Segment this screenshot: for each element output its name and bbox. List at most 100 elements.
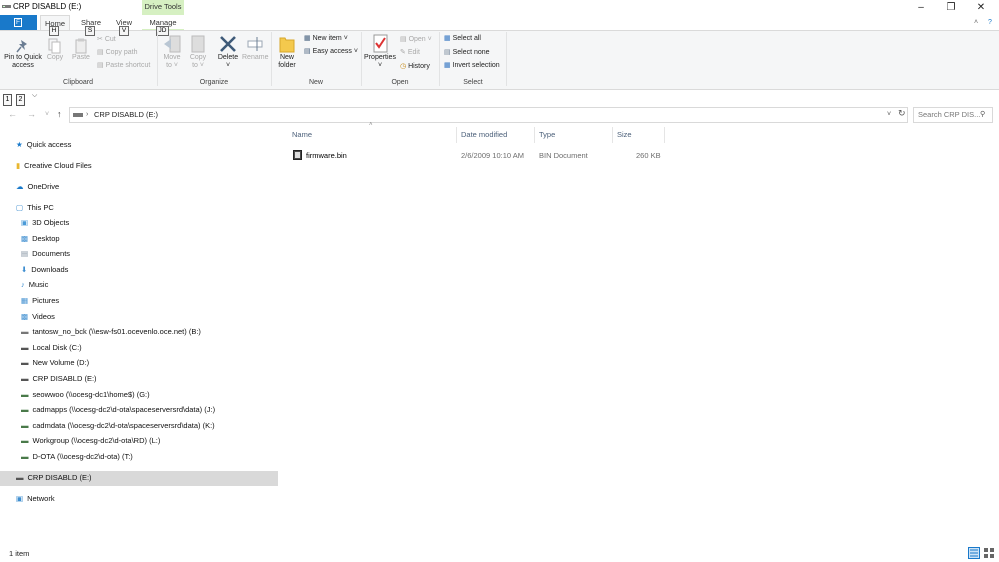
invert-selection-button[interactable]: ▦ Invert selection [444, 61, 500, 70]
edit-button[interactable]: ✎ Edit [400, 48, 420, 57]
collapse-ribbon-icon[interactable]: ˄ [974, 18, 978, 27]
forward-icon[interactable]: → [27, 109, 36, 119]
rename-button[interactable]: Rename [242, 34, 268, 62]
column-header-date[interactable]: Date modified [461, 130, 507, 139]
copy-button[interactable]: Copy [44, 38, 66, 62]
history-button[interactable]: ◷ History [400, 62, 430, 71]
recent-locations-icon[interactable]: ˅ [45, 111, 49, 118]
nav-drive-e[interactable]: ▬ CRP DISABLD (E:) [21, 372, 97, 386]
column-header-size[interactable]: Size [617, 130, 632, 139]
removable-drive-icon: ▬ [16, 473, 24, 483]
star-icon: ★ [16, 140, 23, 150]
open-button[interactable]: ▤ Open ˅ [400, 35, 432, 44]
nav-desktop[interactable]: ▩ Desktop [21, 232, 60, 246]
new-folder-button[interactable]: New folder [275, 34, 299, 70]
select-none-label: Select none [452, 49, 490, 56]
column-divider[interactable] [664, 127, 665, 143]
column-divider[interactable] [534, 127, 535, 143]
ribbon-divider [439, 32, 440, 86]
nav-documents[interactable]: ▤ Documents [21, 247, 70, 261]
nav-creative-cloud[interactable]: ▮ Creative Cloud Files [16, 159, 92, 173]
cut-button[interactable]: ✂ Cut [97, 35, 116, 44]
copy-to-icon [191, 35, 205, 53]
easy-access-label: Easy access ˅ [312, 48, 358, 55]
help-icon[interactable]: ? [988, 18, 992, 27]
history-label: History [408, 63, 430, 70]
invert-selection-icon: ▦ [444, 62, 451, 69]
paste-button[interactable]: Paste [68, 38, 94, 62]
copy-path-button[interactable]: ▤ Copy path [97, 48, 138, 57]
search-input[interactable]: Search CRP DIS... [918, 110, 980, 119]
nav-drive-t[interactable]: ▬ D-OTA (\\ocesg-dc2\d-ota) (T:) [21, 450, 133, 464]
back-icon[interactable]: ← [8, 109, 17, 119]
delete-button[interactable]: Delete ˅ [215, 34, 241, 70]
column-divider[interactable] [456, 127, 457, 143]
copy-icon [48, 38, 61, 54]
nav-drive-g[interactable]: ▬ seowwoo (\\ocesg-dc1\home$) (G:) [21, 388, 150, 402]
disk-icon: ▬ [21, 358, 29, 368]
select-all-button[interactable]: ▦ Select all [444, 34, 481, 43]
edit-icon: ✎ [400, 49, 406, 56]
column-divider[interactable] [612, 127, 613, 143]
nav-quick-access[interactable]: ★ Quick access [16, 138, 71, 152]
properties-dropdown-icon: ˅ [377, 62, 383, 69]
ribbon-divider [157, 32, 158, 86]
close-button[interactable]: ✕ [966, 0, 996, 15]
minimize-button[interactable]: – [906, 0, 936, 15]
file-tab[interactable]: F [0, 15, 37, 30]
share-keytip: S [85, 26, 95, 36]
nav-label: New Volume (D:) [32, 358, 90, 367]
nav-label: cadmapps (\\ocesg-dc2\d-ota\spaceservers… [32, 405, 216, 414]
rename-label: Rename [242, 54, 269, 61]
nav-drive-d[interactable]: ▬ New Volume (D:) [21, 356, 89, 370]
new-item-button[interactable]: ▦ New item ˅ [304, 34, 348, 43]
restore-button[interactable]: ❐ [936, 0, 966, 15]
large-icons-view-icon[interactable] [983, 547, 995, 559]
delete-dropdown-icon: ˅ [225, 62, 231, 69]
nav-drive-k[interactable]: ▬ cadmdata (\\ocesg-dc2\d-ota\spaceserver… [21, 419, 215, 433]
copy-to-button[interactable]: Copy to ˅ [186, 34, 210, 70]
column-header-name[interactable]: Name [292, 130, 312, 139]
qat-customize-icon[interactable]: ⌵ [32, 91, 37, 100]
move-to-line1: Move [163, 54, 181, 61]
open-label: Open ˅ [408, 36, 432, 43]
nav-this-pc[interactable]: ▢ This PC [16, 201, 54, 215]
new-folder-line1: New [279, 54, 294, 61]
file-name[interactable]: firmware.bin [306, 151, 347, 160]
paste-shortcut-button[interactable]: ▤ Paste shortcut [97, 61, 150, 70]
new-group-label: New [308, 79, 323, 86]
column-header-type[interactable]: Type [539, 130, 555, 139]
nav-downloads[interactable]: ⬇ Downloads [21, 263, 68, 277]
nav-onedrive[interactable]: ☁ OneDrive [16, 180, 59, 194]
nav-videos[interactable]: ▩ Videos [21, 310, 55, 324]
nav-drive-l[interactable]: ▬ Workgroup (\\ocesg-dc2\d-ota\RD) (L:) [21, 434, 160, 448]
address-dropdown-icon[interactable]: ˅ [887, 110, 891, 119]
nav-crp-disabld-selected[interactable]: ▬ CRP DISABLD (E:) [16, 471, 92, 485]
nav-label: Quick access [26, 140, 72, 149]
breadcrumb-current[interactable]: CRP DISABLD (E:) [94, 110, 158, 119]
file-date: 2/6/2009 10:10 AM [461, 151, 524, 160]
select-none-button[interactable]: ▤ Select none [444, 48, 490, 57]
clipboard-group-label: Clipboard [63, 79, 93, 86]
music-icon: ♪ [21, 280, 25, 290]
drive-tools-contextual-tab[interactable]: Drive Tools [142, 0, 184, 15]
desktop-icon: ▩ [21, 234, 29, 244]
network-drive-icon: ▬ [21, 390, 29, 400]
nav-music[interactable]: ♪ Music [21, 278, 48, 292]
easy-access-button[interactable]: ▤ Easy access ˅ [304, 47, 358, 56]
nav-drive-j[interactable]: ▬ cadmapps (\\ocesg-dc2\d-ota\spaceserver… [21, 403, 215, 417]
nav-pictures[interactable]: ▦ Pictures [21, 294, 59, 308]
address-bar[interactable] [69, 107, 908, 123]
nav-drive-b[interactable]: ▬ tantosw_no_bck (\\esw-fs01.ocevenlo.oce… [21, 325, 201, 339]
pin-quick-access-button[interactable]: Pin to Quick access [2, 38, 44, 70]
nav-3d-objects[interactable]: ▣ 3D Objects [21, 216, 69, 230]
ribbon-divider [271, 32, 272, 86]
nav-network[interactable]: ▣ Network [16, 492, 55, 506]
nav-drive-c[interactable]: ▬ Local Disk (C:) [21, 341, 82, 355]
properties-button[interactable]: Properties ˅ [363, 34, 397, 70]
details-view-icon[interactable] [968, 547, 980, 559]
network-icon: ▣ [16, 494, 24, 504]
refresh-icon[interactable]: ↻ [898, 109, 906, 118]
move-to-button[interactable]: Move to ˅ [160, 34, 184, 70]
up-icon[interactable]: ↑ [57, 109, 62, 119]
